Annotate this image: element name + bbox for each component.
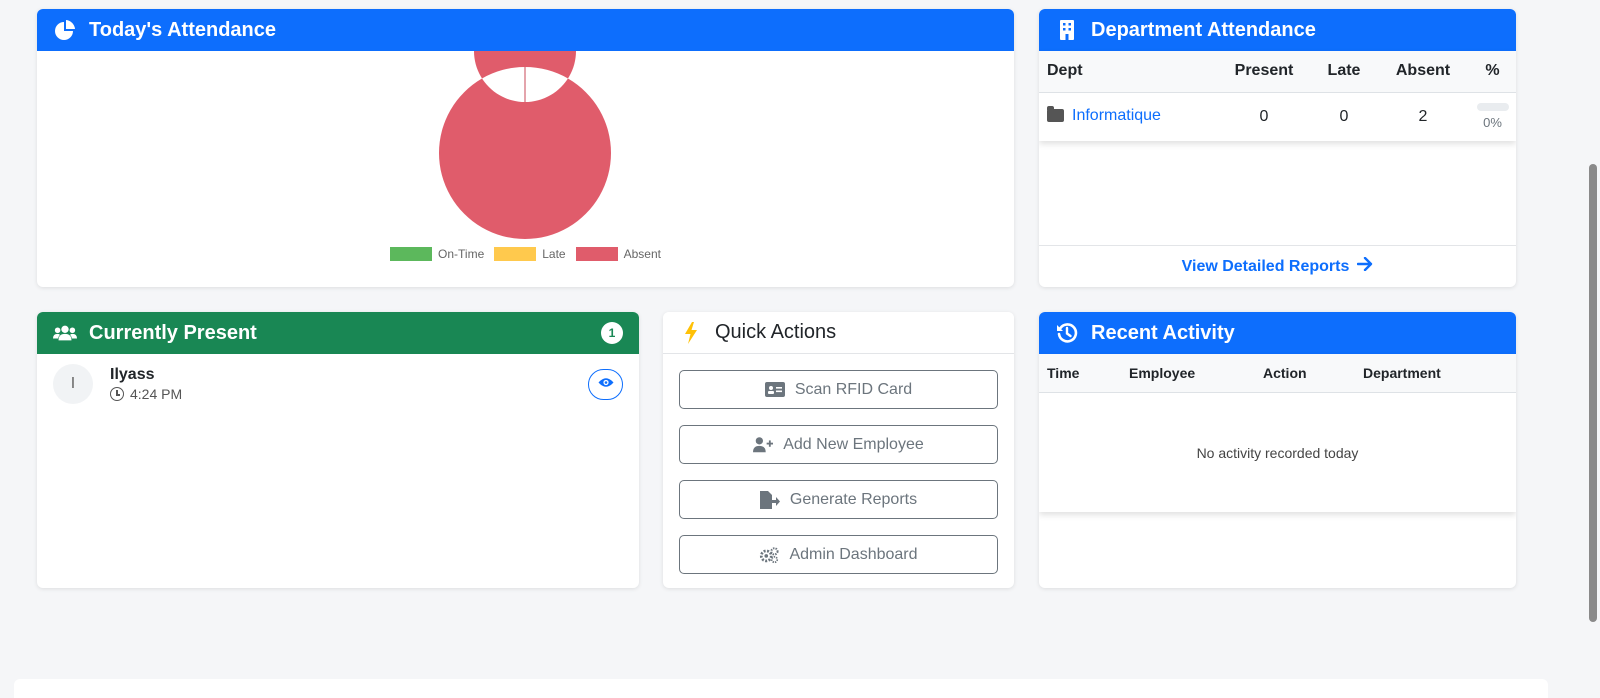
person-info: Ilyass 4:24 PM xyxy=(110,366,182,402)
column-header-percent: % xyxy=(1469,51,1516,93)
percent-cell: 0% xyxy=(1469,92,1516,141)
column-header-present: Present xyxy=(1217,51,1311,93)
department-attendance-card: Department Attendance Dept Present Late … xyxy=(1039,9,1516,287)
quick-actions-header: Quick Actions xyxy=(663,312,1014,354)
avatar: I xyxy=(53,364,93,404)
building-icon xyxy=(1055,18,1079,42)
activity-table-header: Time Employee Action Department xyxy=(1039,354,1516,393)
present-count-badge: 1 xyxy=(601,322,623,344)
file-export-icon xyxy=(759,490,780,509)
bolt-icon xyxy=(679,321,703,345)
column-header-employee: Employee xyxy=(1129,365,1196,381)
todays-attendance-card: Today's Attendance On-Time Late Absent xyxy=(37,9,1014,287)
currently-present-header: Currently Present 1 xyxy=(37,312,639,354)
todays-attendance-title: Today's Attendance xyxy=(89,18,277,41)
legend-item-on-time[interactable]: On-Time xyxy=(390,247,484,261)
quick-actions-card: Quick Actions Scan RFID Card Add New Emp… xyxy=(663,312,1014,588)
todays-attendance-header: Today's Attendance xyxy=(37,9,1014,51)
person-time-value: 4:24 PM xyxy=(130,386,183,402)
quick-actions-list: Scan RFID Card Add New Employee Generate… xyxy=(663,354,1014,574)
department-attendance-header: Department Attendance xyxy=(1039,9,1516,51)
person-name: Ilyass xyxy=(110,366,155,383)
quick-actions-title: Quick Actions xyxy=(715,321,837,343)
view-employee-button[interactable] xyxy=(588,368,623,400)
column-header-absent: Absent xyxy=(1377,51,1469,93)
percent-progress-bar xyxy=(1476,103,1509,112)
scan-rfid-card-button[interactable]: Scan RFID Card xyxy=(679,370,998,409)
late-cell: 0 xyxy=(1339,107,1349,125)
department-table-wrap: Dept Present Late Absent % Informatique … xyxy=(1039,51,1516,141)
recent-activity-title: Recent Activity xyxy=(1091,321,1235,344)
department-table-header-row: Dept Present Late Absent % xyxy=(1039,51,1516,93)
legend-swatch-on-time xyxy=(390,247,433,261)
admin-dashboard-button[interactable]: Admin Dashboard xyxy=(679,535,998,574)
present-cell: 0 xyxy=(1259,107,1269,125)
percent-value: 0% xyxy=(1483,115,1502,131)
attendance-chart: On-Time Late Absent xyxy=(37,9,1014,287)
list-item: I Ilyass 4:24 PM xyxy=(37,354,639,414)
chart-legend: On-Time Late Absent xyxy=(37,247,1014,261)
add-new-employee-label: Add New Employee xyxy=(783,435,924,453)
dept-cell: Informatique xyxy=(1039,92,1217,141)
eye-icon xyxy=(598,375,614,393)
legend-swatch-absent xyxy=(575,247,618,261)
view-detailed-reports-link[interactable]: View Detailed Reports xyxy=(1039,245,1516,287)
column-header-late: Late xyxy=(1311,51,1377,93)
column-header-department: Department xyxy=(1363,365,1441,381)
activity-table: Time Employee Action Department No activ… xyxy=(1039,354,1516,512)
legend-swatch-late xyxy=(494,247,537,261)
arrow-right-icon xyxy=(1357,256,1373,276)
cogs-icon xyxy=(759,546,779,564)
currently-present-card: Currently Present 1 I Ilyass 4:24 PM xyxy=(37,312,639,588)
view-detailed-reports-label: View Detailed Reports xyxy=(1181,257,1350,275)
empty-state-text: No activity recorded today xyxy=(1196,444,1359,461)
dept-name: Informatique xyxy=(1072,106,1161,124)
generate-reports-button[interactable]: Generate Reports xyxy=(679,480,998,519)
add-new-employee-button[interactable]: Add New Employee xyxy=(679,425,998,464)
admin-dashboard-label: Admin Dashboard xyxy=(789,545,918,563)
legend-item-absent[interactable]: Absent xyxy=(575,247,661,261)
history-icon xyxy=(1055,321,1079,345)
currently-present-title: Currently Present xyxy=(89,321,257,344)
clock-icon xyxy=(110,387,124,401)
scan-rfid-card-label: Scan RFID Card xyxy=(794,380,913,398)
dept-link[interactable]: Informatique xyxy=(1047,106,1161,125)
legend-label-on-time: On-Time xyxy=(438,247,485,261)
legend-item-late[interactable]: Late xyxy=(494,247,566,261)
table-row: Informatique 0 0 2 0% xyxy=(1039,92,1516,141)
recent-activity-card: Recent Activity Time Employee Action Dep… xyxy=(1039,312,1516,588)
department-attendance-title: Department Attendance xyxy=(1091,18,1316,41)
recent-activity-header: Recent Activity xyxy=(1039,312,1516,354)
chart-pie-icon xyxy=(53,18,77,42)
person-time: 4:24 PM xyxy=(110,386,182,402)
folder-icon xyxy=(1047,106,1064,122)
users-icon xyxy=(53,321,77,345)
legend-label-late: Late xyxy=(542,247,566,261)
bottom-panel-edge xyxy=(14,679,1548,698)
department-table: Dept Present Late Absent % Informatique … xyxy=(1039,51,1516,141)
legend-label-absent: Absent xyxy=(623,247,661,261)
user-plus-icon xyxy=(753,436,774,454)
column-header-time: Time xyxy=(1047,365,1080,381)
vertical-scrollbar[interactable] xyxy=(1586,0,1600,698)
column-header-dept: Dept xyxy=(1039,51,1217,93)
generate-reports-label: Generate Reports xyxy=(789,490,918,508)
scrollbar-thumb[interactable] xyxy=(1589,164,1597,622)
id-card-icon xyxy=(764,381,785,399)
column-header-action: Action xyxy=(1263,365,1307,381)
absent-cell: 2 xyxy=(1418,107,1428,125)
